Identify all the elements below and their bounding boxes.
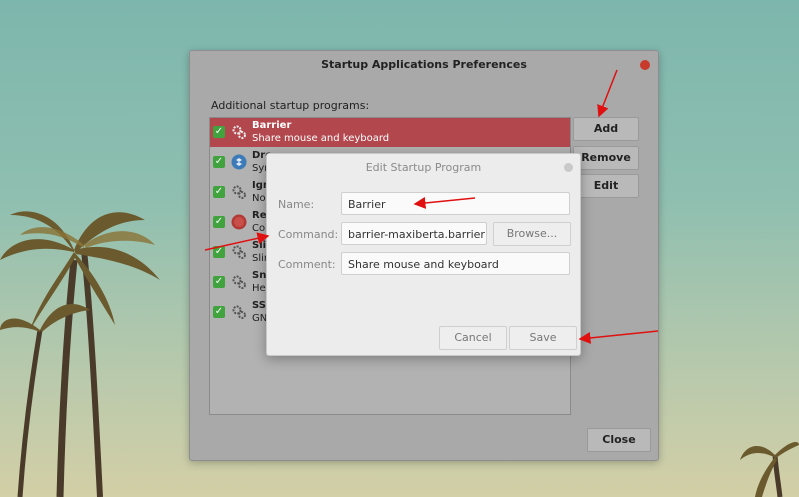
- redshift-icon: [231, 214, 247, 230]
- enabled-checkbox[interactable]: ✓: [213, 276, 225, 288]
- close-button[interactable]: Close: [587, 428, 651, 452]
- gears-icon: [232, 275, 246, 289]
- enabled-checkbox[interactable]: ✓: [213, 246, 225, 258]
- section-label: Additional startup programs:: [211, 99, 370, 112]
- enabled-checkbox[interactable]: ✓: [213, 216, 225, 228]
- command-label: Command:: [278, 228, 339, 241]
- gears-icon: [232, 185, 246, 199]
- list-item[interactable]: ✓ Barrier Share mouse and keyboard: [210, 118, 570, 147]
- gears-icon: [232, 245, 246, 259]
- browse-button[interactable]: Browse...: [493, 222, 571, 246]
- comment-field[interactable]: Share mouse and keyboard: [341, 252, 570, 275]
- enabled-checkbox[interactable]: ✓: [213, 156, 225, 168]
- name-field[interactable]: Barrier: [341, 192, 570, 215]
- right-palm-tree: [740, 442, 799, 497]
- command-field[interactable]: barrier-maxiberta.barrier: [341, 222, 487, 245]
- enabled-checkbox[interactable]: ✓: [213, 186, 225, 198]
- edit-startup-program-dialog: Edit Startup Program Name: Barrier Comma…: [266, 153, 581, 356]
- program-description: Share mouse and keyboard: [252, 133, 390, 144]
- name-label: Name:: [278, 198, 315, 211]
- enabled-checkbox[interactable]: ✓: [213, 306, 225, 318]
- close-window-icon[interactable]: [640, 60, 650, 70]
- edit-button[interactable]: Edit: [573, 174, 639, 198]
- save-button[interactable]: Save: [509, 326, 577, 350]
- program-name: Barrier: [252, 120, 292, 131]
- add-button[interactable]: Add: [573, 117, 639, 141]
- enabled-checkbox[interactable]: ✓: [213, 126, 225, 138]
- left-palm-tree: [0, 211, 160, 497]
- close-dialog-icon[interactable]: [564, 163, 573, 172]
- comment-label: Comment:: [278, 258, 336, 271]
- gears-icon: [232, 125, 246, 139]
- program-name: Re: [252, 210, 267, 221]
- window-title: Startup Applications Preferences: [321, 58, 527, 71]
- remove-button[interactable]: Remove: [573, 146, 639, 170]
- cancel-button[interactable]: Cancel: [439, 326, 507, 350]
- gears-icon: [232, 305, 246, 319]
- program-description: No: [252, 193, 266, 204]
- program-description: GN: [252, 313, 268, 324]
- dialog-title: Edit Startup Program: [365, 161, 482, 174]
- dropbox-icon: [231, 154, 247, 170]
